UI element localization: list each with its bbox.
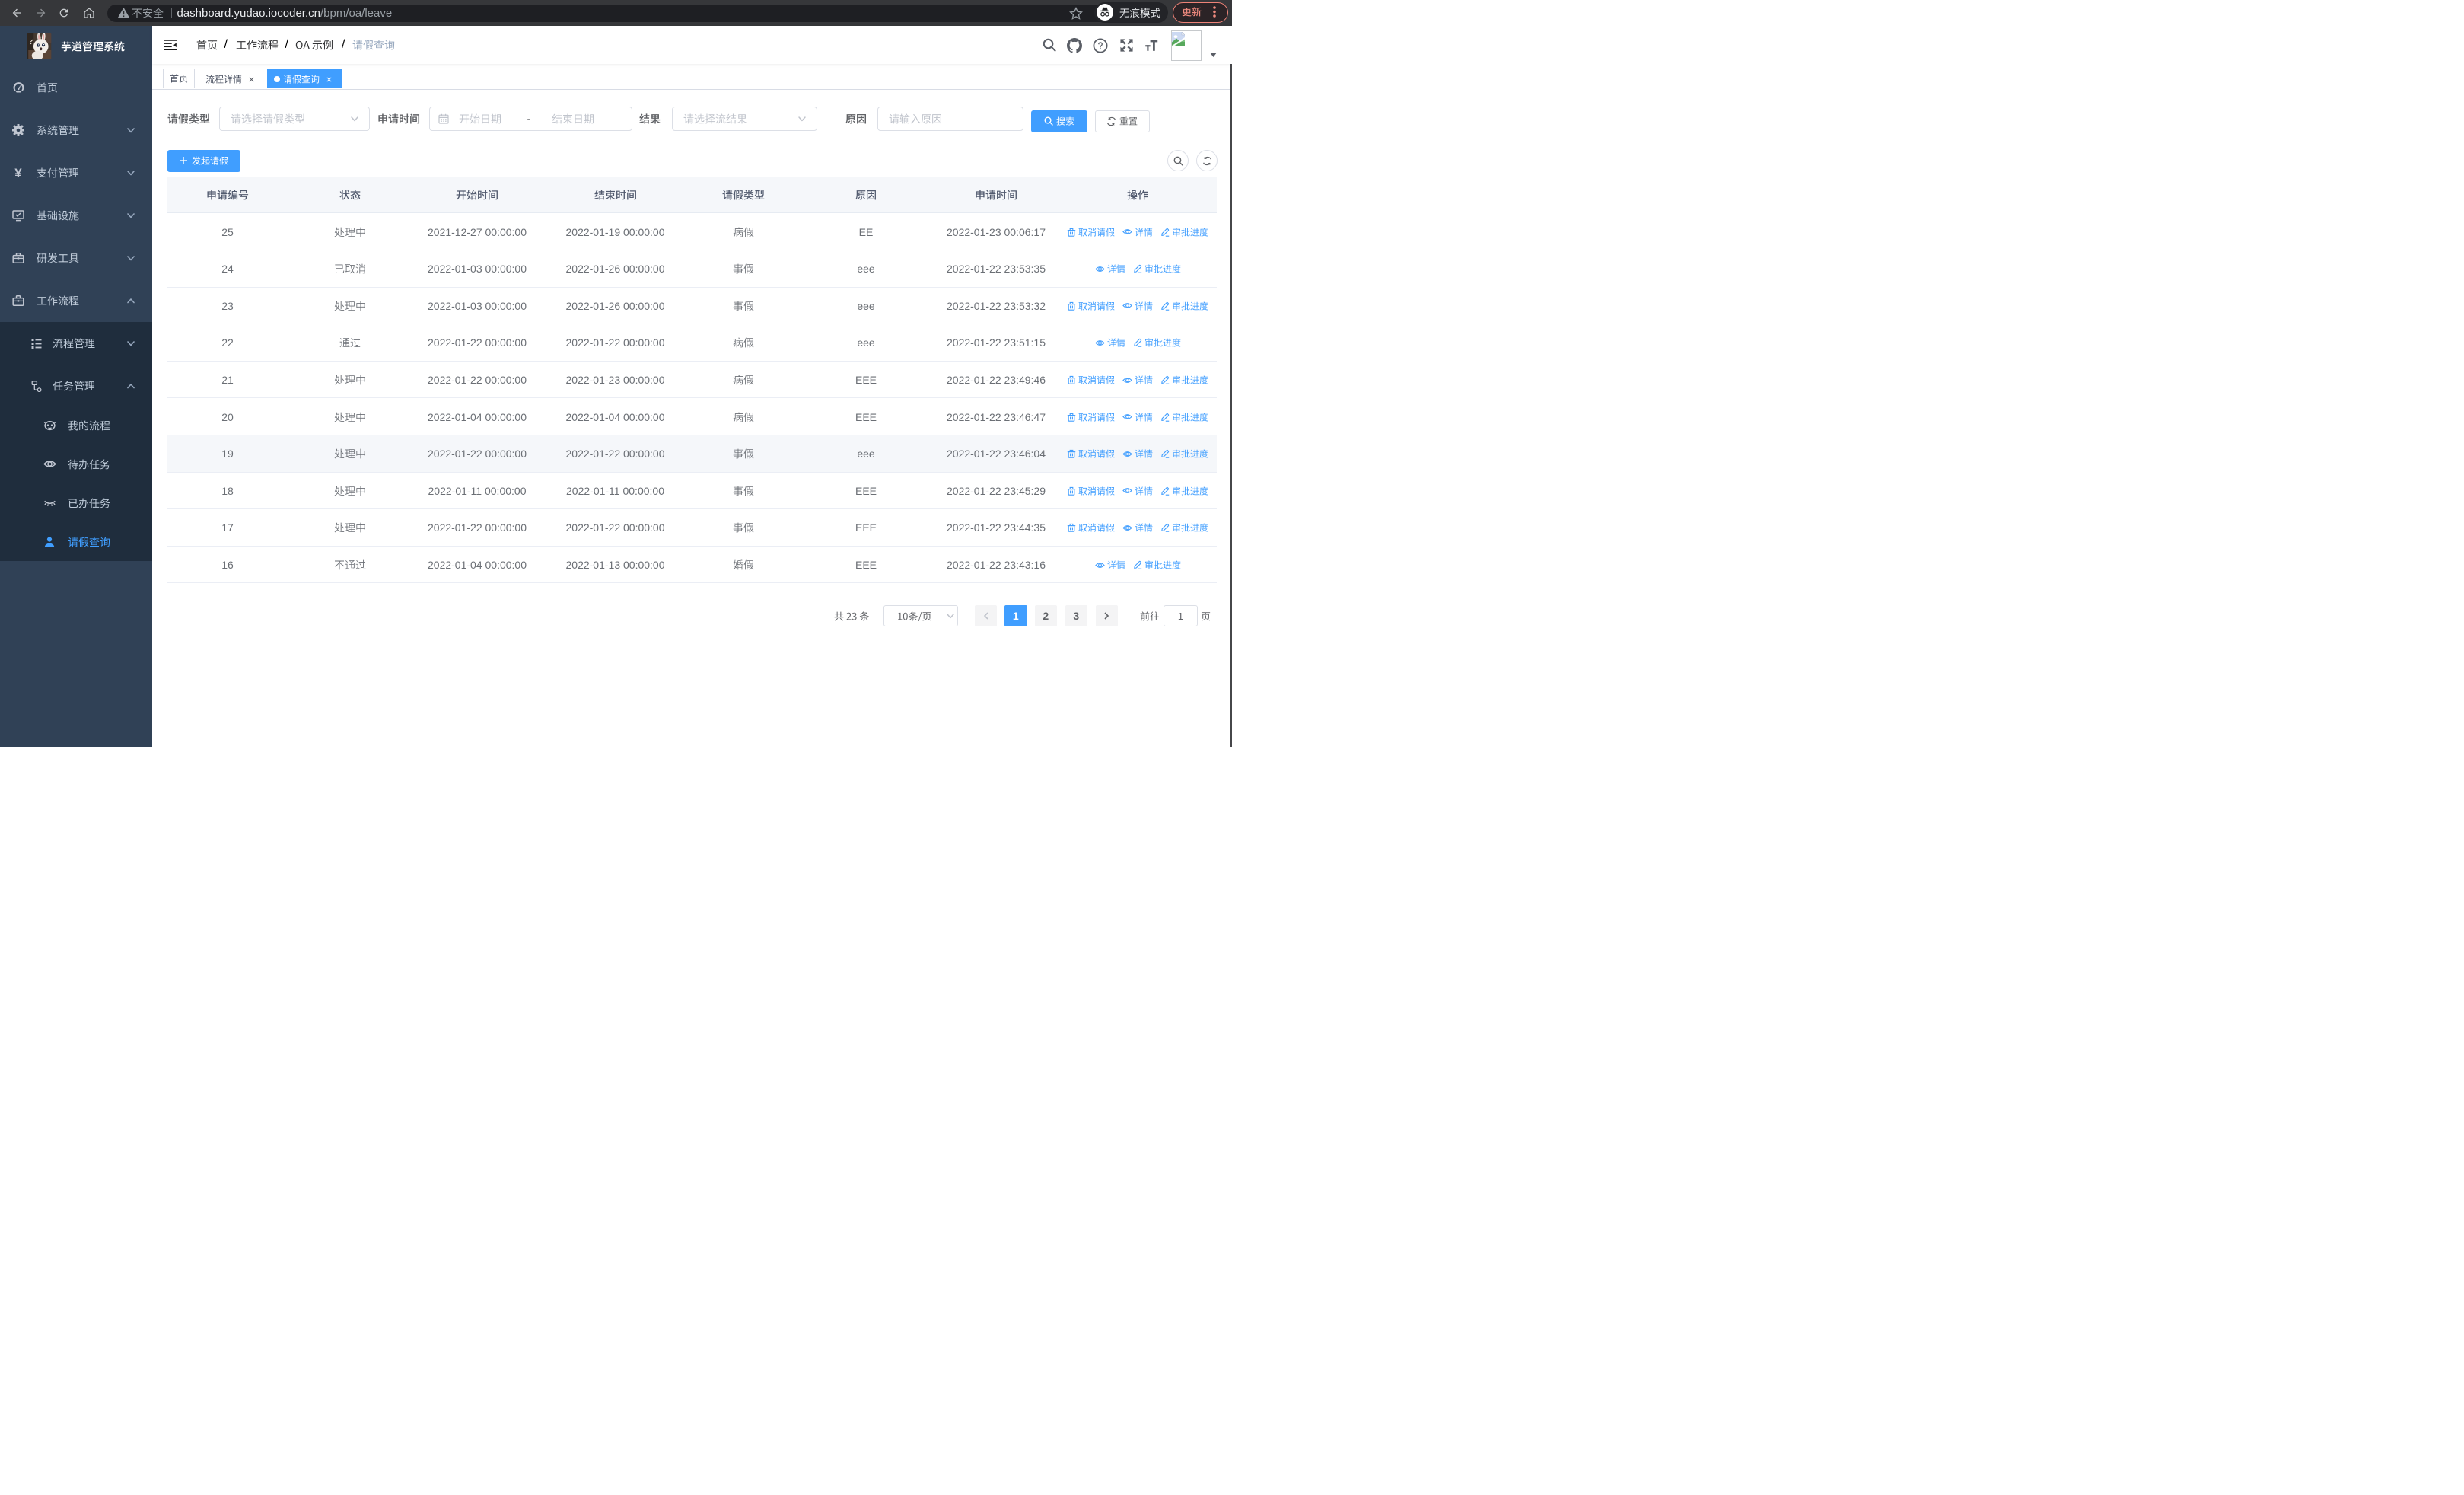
svg-text:¥: ¥ bbox=[14, 167, 22, 179]
